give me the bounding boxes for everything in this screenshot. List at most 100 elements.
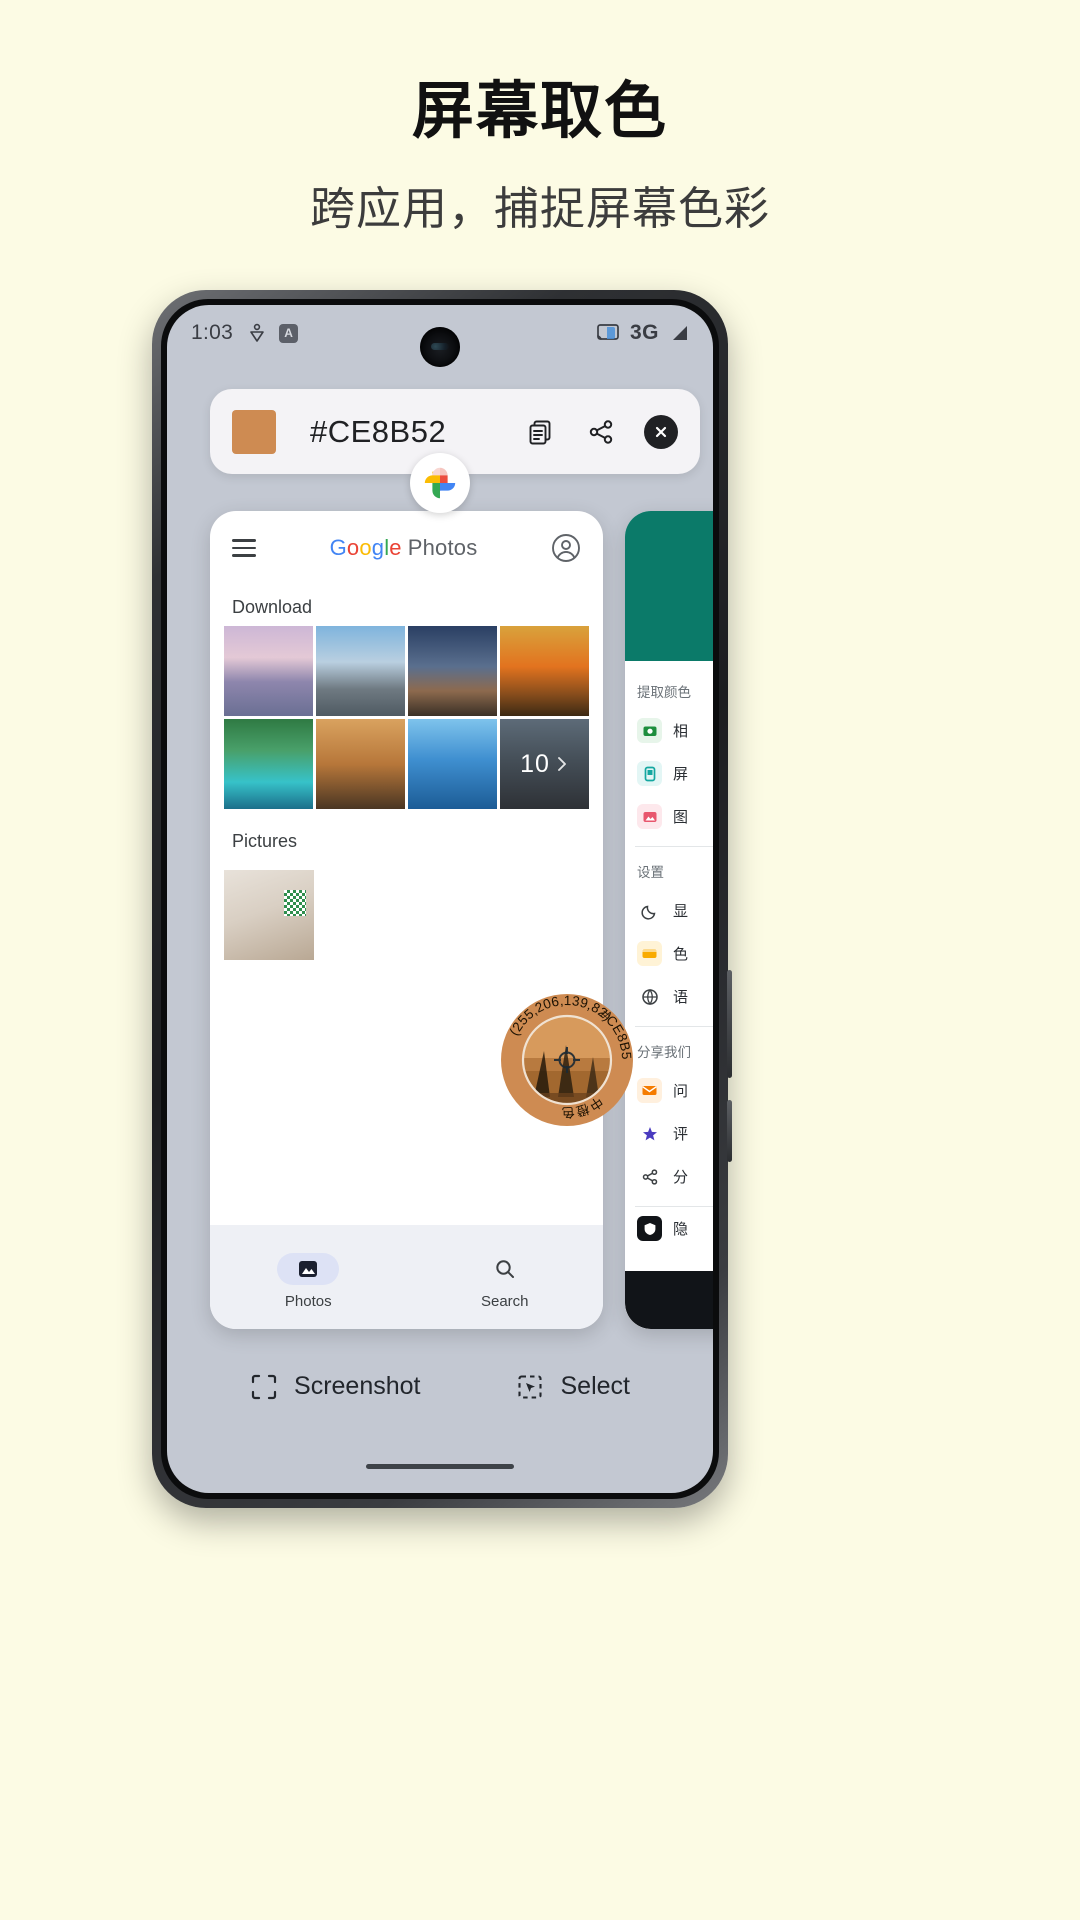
photo-thumb-more[interactable]: 10 — [500, 719, 589, 809]
camera-punch-hole — [420, 327, 460, 367]
power-button[interactable] — [727, 1100, 732, 1162]
photo-thumb[interactable] — [408, 626, 497, 716]
shield-icon — [637, 1216, 662, 1241]
nav-item-search[interactable]: Search — [474, 1253, 536, 1310]
settings-section-title: 分享我们 — [625, 1027, 713, 1069]
section-title-pictures: Pictures — [210, 809, 603, 860]
language-icon — [637, 984, 662, 1009]
settings-list: 提取颜色 相 屏 — [625, 661, 713, 1329]
hamburger-icon[interactable] — [232, 534, 256, 562]
camera-icon — [637, 718, 662, 743]
pill-actions — [524, 415, 678, 449]
moon-icon — [637, 898, 662, 923]
settings-row-label: 色 — [673, 943, 688, 964]
settings-section-title: 设置 — [625, 847, 713, 889]
settings-row-label: 问 — [673, 1080, 688, 1101]
volume-button[interactable] — [727, 970, 732, 1078]
photo-thumb[interactable] — [500, 626, 589, 716]
photo-thumb[interactable] — [316, 719, 405, 809]
settings-card-bottom-bar — [625, 1271, 713, 1329]
google-photos-appbar: GooglePhotos — [210, 511, 603, 585]
network-type: 3G — [630, 321, 659, 345]
settings-row-label: 分 — [673, 1166, 688, 1187]
search-icon — [474, 1253, 536, 1285]
status-left-icons: A — [249, 323, 298, 343]
photo-grid-download-row2: 10 — [210, 719, 603, 809]
settings-row[interactable]: 显 — [625, 889, 713, 932]
phone-frame: 1:03 A 3G — [152, 290, 728, 1508]
settings-row-label: 屏 — [673, 763, 688, 784]
photo-thumb[interactable] — [224, 719, 313, 809]
app-card-settings[interactable]: 提取颜色 相 屏 — [625, 511, 713, 1329]
caption-icon: A — [279, 324, 298, 343]
home-indicator[interactable] — [366, 1464, 514, 1469]
select-icon — [516, 1373, 544, 1401]
phone-bezel: 1:03 A 3G — [161, 299, 719, 1499]
settings-row[interactable]: 分 — [625, 1155, 713, 1198]
more-count: 10 — [500, 719, 589, 809]
settings-row[interactable]: 图 — [625, 795, 713, 838]
settings-row[interactable]: 相 — [625, 709, 713, 752]
photo-thumb[interactable] — [316, 626, 405, 716]
photo-thumb-pictures[interactable] — [224, 870, 314, 960]
mail-icon — [637, 1078, 662, 1103]
google-photos-brand: GooglePhotos — [256, 535, 551, 561]
promo-page: 屏幕取色 跨应用，捕捉屏幕色彩 1:03 A — [0, 0, 1080, 1920]
settings-row[interactable]: 屏 — [625, 752, 713, 795]
settings-row[interactable]: 语 — [625, 975, 713, 1018]
status-right-icons: 3G — [596, 321, 689, 345]
photo-icon — [277, 1253, 339, 1285]
chevron-right-icon — [555, 755, 569, 773]
color-swatch — [232, 410, 276, 454]
page-subtitle: 跨应用，捕捉屏幕色彩 — [0, 172, 1080, 237]
app-card-google-photos[interactable]: GooglePhotos Download — [210, 511, 603, 1329]
star-icon — [637, 1121, 662, 1146]
share-icon[interactable] — [584, 415, 618, 449]
settings-row-label: 评 — [673, 1123, 688, 1144]
select-button[interactable]: Select — [516, 1372, 629, 1401]
settings-row[interactable]: 问 — [625, 1069, 713, 1112]
screen-icon — [637, 761, 662, 786]
palette-icon — [637, 941, 662, 966]
google-photos-app-badge[interactable] — [410, 453, 470, 513]
page-title: 屏幕取色 — [0, 60, 1080, 150]
copy-icon[interactable] — [524, 415, 558, 449]
settings-row[interactable]: 隐 — [625, 1207, 713, 1250]
screenshot-button[interactable]: Screenshot — [250, 1372, 420, 1401]
signal-icon — [669, 324, 689, 342]
status-time: 1:03 — [191, 321, 233, 345]
settings-row-label: 图 — [673, 806, 688, 827]
hex-value[interactable]: #CE8B52 — [310, 414, 446, 450]
settings-row-label: 相 — [673, 720, 688, 741]
share-icon — [637, 1164, 662, 1189]
photo-overlay-pattern — [284, 890, 306, 916]
settings-row-label: 语 — [673, 986, 688, 1007]
settings-row-label: 隐 — [673, 1218, 688, 1239]
google-photos-icon — [421, 464, 459, 502]
nav-item-photos[interactable]: Photos — [277, 1253, 339, 1310]
settings-row-label: 显 — [673, 900, 688, 921]
vibrate-icon — [249, 323, 265, 343]
recent-apps-area: GooglePhotos Download — [167, 511, 713, 1329]
bottom-action-row: Screenshot Select — [167, 1372, 713, 1401]
image-icon — [637, 804, 662, 829]
cast-icon — [596, 323, 620, 343]
select-label: Select — [560, 1372, 629, 1401]
settings-section-title: 提取颜色 — [625, 667, 713, 709]
google-photos-bottom-nav: Photos Search — [210, 1225, 603, 1329]
settings-row[interactable]: 色 — [625, 932, 713, 975]
section-title-download: Download — [210, 585, 603, 626]
color-loupe[interactable]: (255,206,139,82) #CE8B52 中橙色 — [500, 993, 634, 1127]
phone-screen: 1:03 A 3G — [167, 305, 713, 1493]
settings-header-banner — [625, 511, 713, 661]
photo-thumb[interactable] — [408, 719, 497, 809]
nav-label-photos: Photos — [285, 1293, 332, 1310]
photo-thumb[interactable] — [224, 626, 313, 716]
close-icon[interactable] — [644, 415, 678, 449]
nav-label-search: Search — [481, 1293, 529, 1310]
screenshot-icon — [250, 1373, 278, 1401]
screenshot-label: Screenshot — [294, 1372, 420, 1401]
photo-grid-download-row1 — [210, 626, 603, 716]
account-circle-icon[interactable] — [551, 533, 581, 563]
settings-row[interactable]: 评 — [625, 1112, 713, 1155]
